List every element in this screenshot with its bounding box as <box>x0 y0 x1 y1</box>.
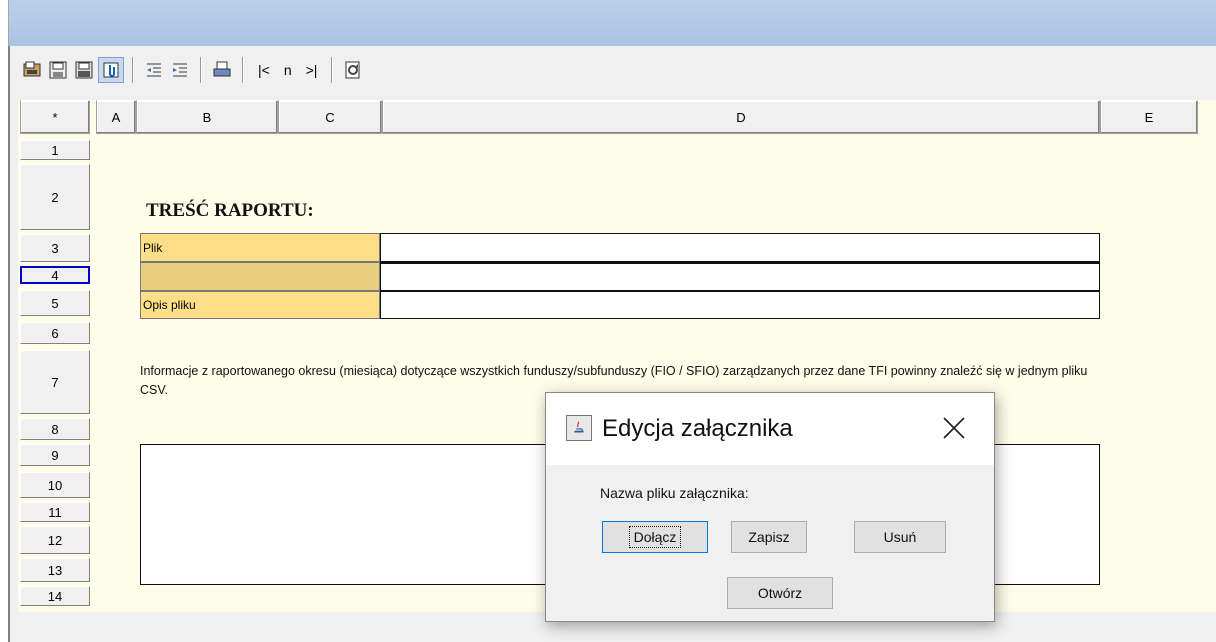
corner-header[interactable]: * <box>20 100 90 134</box>
nav-n-button[interactable]: n <box>278 62 298 78</box>
print-icon[interactable] <box>210 58 234 82</box>
open-button[interactable]: Otwórz <box>727 577 833 609</box>
row-header-3[interactable]: 3 <box>20 234 90 262</box>
toolbar: |< n >| <box>20 52 365 88</box>
row-header-2[interactable]: 2 <box>20 164 90 230</box>
empty-label-cell[interactable] <box>140 262 380 291</box>
row-header-1[interactable]: 1 <box>20 140 90 160</box>
save-icon[interactable] <box>46 58 70 82</box>
row-header-10[interactable]: 10 <box>20 472 90 498</box>
row-header-6[interactable]: 6 <box>20 322 90 344</box>
row-header-13[interactable]: 13 <box>20 558 90 582</box>
row-header-7[interactable]: 7 <box>20 350 90 414</box>
dialog-title: Edycja załącznika <box>602 415 793 442</box>
report-title: TREŚĆ RAPORTU: <box>146 200 314 221</box>
close-icon[interactable] <box>941 415 967 441</box>
attachment-dialog: Edycja załącznika Nazwa pliku załącznika… <box>545 392 995 622</box>
attach-icon[interactable] <box>98 57 124 83</box>
row-header-8[interactable]: 8 <box>20 418 90 440</box>
column-header-a[interactable]: A <box>96 100 136 134</box>
toolbar-separator <box>200 57 202 83</box>
column-header-b[interactable]: B <box>136 100 278 134</box>
description-input-cell[interactable] <box>380 291 1100 319</box>
description-label-cell[interactable]: Opis pliku <box>140 291 380 319</box>
nav-first-button[interactable]: |< <box>252 62 276 78</box>
row-header-12[interactable]: 12 <box>20 526 90 554</box>
row-header-9[interactable]: 9 <box>20 444 90 466</box>
delete-button[interactable]: Usuń <box>854 521 946 553</box>
row-header-11[interactable]: 11 <box>20 502 90 522</box>
file-label-cell[interactable]: Plik <box>140 233 380 262</box>
refresh-icon[interactable] <box>341 58 365 82</box>
save-button[interactable]: Zapisz <box>731 521 807 553</box>
indent-right-icon[interactable] <box>168 58 192 82</box>
toolbar-separator <box>242 57 244 83</box>
file-input-cell[interactable] <box>380 233 1100 262</box>
toolbar-separator <box>331 57 334 83</box>
attach-button-label: Dołącz <box>628 526 682 548</box>
window-left-edge <box>0 0 8 642</box>
nav-last-button[interactable]: >| <box>300 62 324 78</box>
indent-left-icon[interactable] <box>142 58 166 82</box>
window-title-bar <box>8 0 1216 46</box>
row4-input-cell[interactable] <box>380 262 1100 291</box>
row-header-4[interactable]: 4 <box>20 266 90 284</box>
toolbar-separator <box>132 57 134 83</box>
java-icon <box>566 415 592 441</box>
row-header-14[interactable]: 14 <box>20 586 90 606</box>
filename-label: Nazwa pliku załącznika: <box>600 485 749 501</box>
row-header-5[interactable]: 5 <box>20 290 90 316</box>
attach-button[interactable]: Dołącz <box>602 521 708 553</box>
save-as-icon[interactable] <box>72 58 96 82</box>
column-header-e[interactable]: E <box>1100 100 1198 134</box>
column-header-d[interactable]: D <box>382 100 1100 134</box>
column-header-c[interactable]: C <box>278 100 382 134</box>
open-icon[interactable] <box>20 58 44 82</box>
